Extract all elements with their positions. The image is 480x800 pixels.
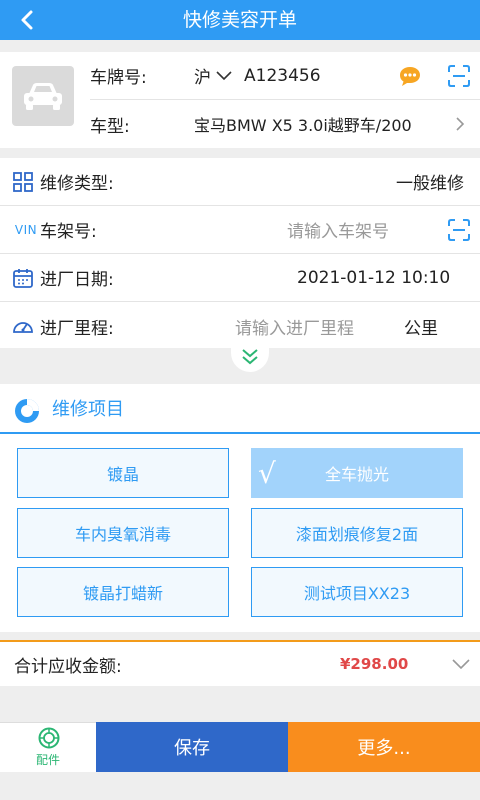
checkmark-icon: √ — [258, 457, 276, 490]
order-info-card: 维修类型: 一般维修 VIN 车架号: 请输入车架号 进厂日期: 2021-01… — [0, 158, 480, 348]
entry-date-label: 进厂日期: — [40, 270, 114, 290]
parts-tab[interactable]: 配件 — [0, 722, 96, 772]
parts-tab-label: 配件 — [35, 753, 60, 767]
entry-date-row[interactable]: 进厂日期: 2021-01-12 10:10 — [0, 254, 480, 302]
plate-row: 车牌号: 沪 A123456 — [90, 52, 480, 100]
page-title: 快修美容开单 — [182, 9, 297, 31]
province-select[interactable]: 沪 — [194, 63, 244, 88]
model-value: 宝马BMW X5 3.0i越野车/200 — [194, 116, 412, 135]
service-item-label: 漆面划痕修复2面 — [295, 525, 419, 544]
scan-icon[interactable] — [448, 65, 470, 87]
chevron-right-icon — [456, 117, 465, 131]
repair-type-label: 维修类型: — [40, 174, 114, 194]
chevron-down-icon — [216, 70, 232, 80]
service-item[interactable]: 测试项目XX23 — [251, 567, 463, 617]
entry-date-value: 2021-01-12 10:10 — [297, 267, 451, 288]
repair-type-row[interactable]: 维修类型: 一般维修 — [0, 158, 480, 206]
total-amount: ¥298.00 — [340, 655, 409, 673]
mileage-unit: 公里 — [404, 318, 438, 339]
car-icon — [24, 83, 62, 110]
service-items-card: 维修项目 镀晶 √ 全车抛光 车内臭氧消毒 漆面划痕修复2面 镀晶打蜡新 测试项… — [0, 384, 480, 632]
save-button[interactable]: 保存 — [96, 722, 288, 772]
service-item-label: 镀晶 — [106, 465, 139, 484]
chat-bubble-icon[interactable] — [398, 65, 422, 87]
expand-toggle[interactable] — [231, 342, 269, 372]
car-photo[interactable] — [12, 66, 74, 126]
chevron-down-icon — [452, 659, 470, 670]
calendar-icon — [12, 267, 34, 289]
app-header: 快修美容开单 — [0, 0, 480, 40]
vin-row: VIN 车架号: 请输入车架号 — [0, 206, 480, 254]
vin-icon: VIN — [14, 222, 38, 237]
vin-scan-icon[interactable] — [448, 219, 470, 241]
service-item-label: 车内臭氧消毒 — [74, 525, 171, 544]
plate-label: 车牌号: — [90, 68, 147, 88]
bottom-action-bar: 配件 保存 更多... — [0, 722, 480, 772]
total-label: 合计应收金额: — [14, 656, 122, 677]
grid-icon — [12, 171, 34, 193]
model-label: 车型: — [90, 116, 130, 137]
service-item-label: 测试项目XX23 — [303, 584, 411, 603]
mileage-input[interactable]: 请输入进厂里程 — [235, 314, 354, 339]
mileage-label: 进厂里程: — [40, 318, 114, 339]
total-row[interactable]: 合计应收金额: ¥298.00 — [0, 640, 480, 686]
service-item-label: 全车抛光 — [324, 465, 389, 484]
province-value: 沪 — [194, 68, 211, 88]
service-items-header: 维修项目 — [0, 384, 480, 434]
service-item[interactable]: 镀晶 — [17, 448, 229, 498]
service-logo-icon — [15, 399, 39, 423]
vin-input[interactable]: 请输入车架号 — [287, 217, 389, 242]
service-item-label: 镀晶打蜡新 — [82, 584, 163, 603]
speedometer-icon — [12, 315, 34, 337]
plate-number-input[interactable]: A123456 — [244, 66, 480, 86]
more-button[interactable]: 更多... — [288, 722, 480, 772]
service-items-title: 维修项目 — [52, 399, 124, 420]
vehicle-card: 车牌号: 沪 A123456 车型: 宝马BMW X5 3.0i越野车/200 — [0, 52, 480, 148]
repair-type-value: 一般维修 — [396, 174, 464, 194]
service-item[interactable]: 车内臭氧消毒 — [17, 508, 229, 558]
model-row[interactable]: 车型: 宝马BMW X5 3.0i越野车/200 — [90, 100, 480, 148]
vin-label: 车架号: — [40, 222, 97, 242]
tire-icon — [38, 727, 60, 749]
service-item[interactable]: 漆面划痕修复2面 — [251, 508, 463, 558]
double-chevron-down-icon — [242, 349, 258, 365]
service-item[interactable]: 镀晶打蜡新 — [17, 567, 229, 617]
service-item-selected[interactable]: √ 全车抛光 — [251, 448, 463, 498]
